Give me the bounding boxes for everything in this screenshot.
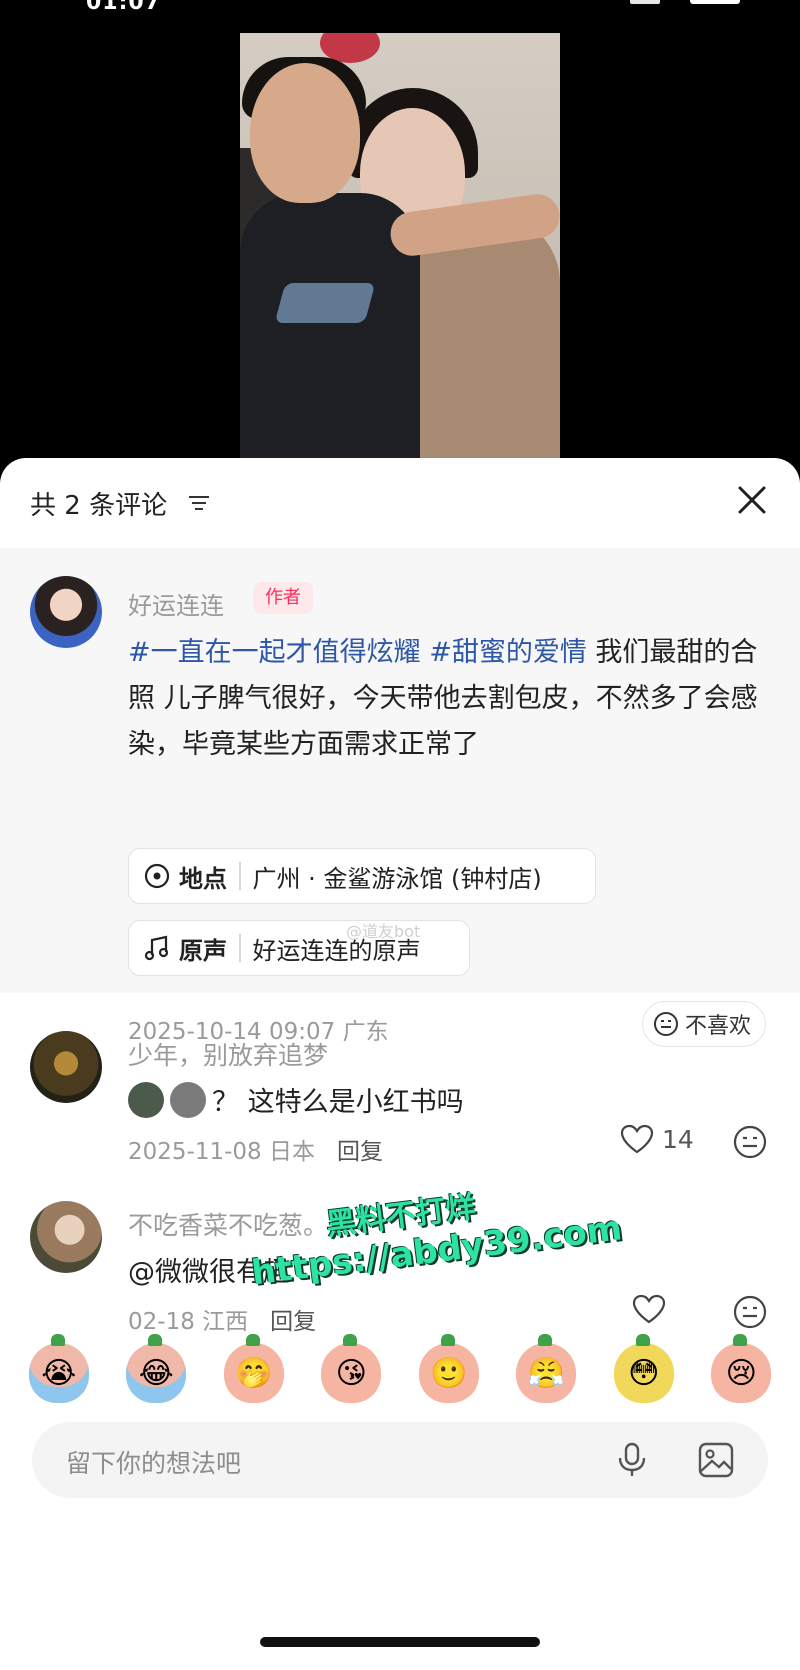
author-badge: 作者 bbox=[253, 582, 313, 614]
hashtag-link-1[interactable]: #一直在一起才值得炫耀 bbox=[128, 637, 421, 668]
status-time: 01:07 bbox=[86, 0, 162, 15]
heart-icon bbox=[632, 1294, 666, 1324]
meh-face-icon[interactable] bbox=[732, 1124, 768, 1160]
video-area[interactable]: 01:07 bbox=[0, 0, 800, 470]
photo-boy-face bbox=[250, 63, 360, 203]
cat-sticker-icon bbox=[170, 1081, 206, 1118]
heart-icon bbox=[620, 1124, 654, 1154]
emoji-laugh-cry-icon[interactable]: 😂 bbox=[126, 1334, 187, 1403]
commenter-avatar[interactable] bbox=[30, 1201, 102, 1273]
music-note-icon bbox=[144, 935, 169, 961]
emoji-angry-icon[interactable]: 😤 bbox=[516, 1334, 577, 1403]
comment-item: 少年，别放弃追梦 ？ 这特么是小红书吗 2025-11-08 日本 回复 14 bbox=[0, 998, 800, 1168]
emoji-sad-icon[interactable]: 😢 bbox=[711, 1334, 772, 1403]
image-icon[interactable] bbox=[696, 1440, 736, 1480]
author-post: 好运连连 作者 #一直在一起才值得炫耀 #甜蜜的爱情 我们最甜的合照 儿子脾气很… bbox=[0, 548, 800, 1047]
author-username[interactable]: 好运连连 bbox=[128, 586, 224, 621]
watermark: @道友bot bbox=[346, 922, 421, 941]
microphone-icon[interactable] bbox=[612, 1440, 652, 1480]
status-icons bbox=[630, 0, 740, 4]
location-value: 广州 · 金鲨游泳馆 (钟村店) bbox=[252, 864, 542, 893]
battery-icon bbox=[690, 0, 740, 4]
like-count: 14 bbox=[662, 1124, 694, 1154]
sort-icon[interactable] bbox=[188, 494, 210, 512]
emoji-kiss-icon[interactable]: 😘 bbox=[321, 1334, 382, 1403]
hashtag-link-2[interactable]: #甜蜜的爱情 bbox=[429, 637, 587, 668]
chip-divider bbox=[239, 934, 241, 962]
home-indicator[interactable] bbox=[260, 1637, 540, 1647]
close-icon[interactable] bbox=[734, 482, 770, 518]
commenter-avatar[interactable] bbox=[30, 1031, 102, 1103]
reply-button[interactable]: 回复 bbox=[337, 1132, 383, 1166]
signal-icon bbox=[630, 0, 660, 4]
photo-shirt-logo bbox=[274, 283, 376, 323]
emoji-surprised-icon[interactable]: 😳 bbox=[613, 1334, 674, 1403]
meh-face-icon[interactable] bbox=[732, 1294, 768, 1330]
sound-label: 原声 bbox=[179, 936, 227, 965]
comments-header: 共 2 条评论 bbox=[0, 458, 800, 548]
emoji-bar: 😭 😂 🤭 😘 🙂 😤 😳 😢 bbox=[0, 1328, 800, 1418]
location-pin-icon bbox=[144, 863, 170, 889]
comment-text: ？ 这特么是小红书吗 bbox=[128, 1080, 464, 1119]
post-caption: #一直在一起才值得炫耀 #甜蜜的爱情 我们最甜的合照 儿子脾气很好，今天带他去割… bbox=[128, 630, 768, 768]
comment-meta: 2025-11-08 日本 回复 bbox=[128, 1132, 383, 1166]
comments-count-title: 共 2 条评论 bbox=[30, 491, 168, 521]
location-chip[interactable]: 地点 广州 · 金鲨游泳馆 (钟村店) bbox=[128, 848, 596, 904]
author-avatar[interactable] bbox=[30, 576, 102, 648]
emoji-cover-mouth-icon[interactable]: 🤭 bbox=[223, 1334, 284, 1403]
comment-date: 2025-11-08 日本 bbox=[128, 1139, 315, 1165]
comment-input[interactable]: 留下你的想法吧 bbox=[32, 1422, 768, 1498]
status-bar: 01:07 bbox=[0, 0, 800, 15]
cat-sticker-icon bbox=[128, 1081, 164, 1118]
post-photo[interactable] bbox=[240, 33, 560, 470]
chip-divider bbox=[239, 862, 241, 890]
comment-input-placeholder: 留下你的想法吧 bbox=[66, 1449, 242, 1478]
emoji-smile-icon[interactable]: 🙂 bbox=[418, 1334, 479, 1403]
like-button[interactable] bbox=[632, 1294, 674, 1324]
comment-body: ？ 这特么是小红书吗 bbox=[212, 1087, 464, 1118]
emoji-crying-icon[interactable]: 😭 bbox=[28, 1334, 89, 1403]
location-label: 地点 bbox=[179, 864, 227, 893]
commenter-username[interactable]: 少年，别放弃追梦 bbox=[128, 1036, 328, 1072]
like-button[interactable]: 14 bbox=[620, 1124, 694, 1154]
